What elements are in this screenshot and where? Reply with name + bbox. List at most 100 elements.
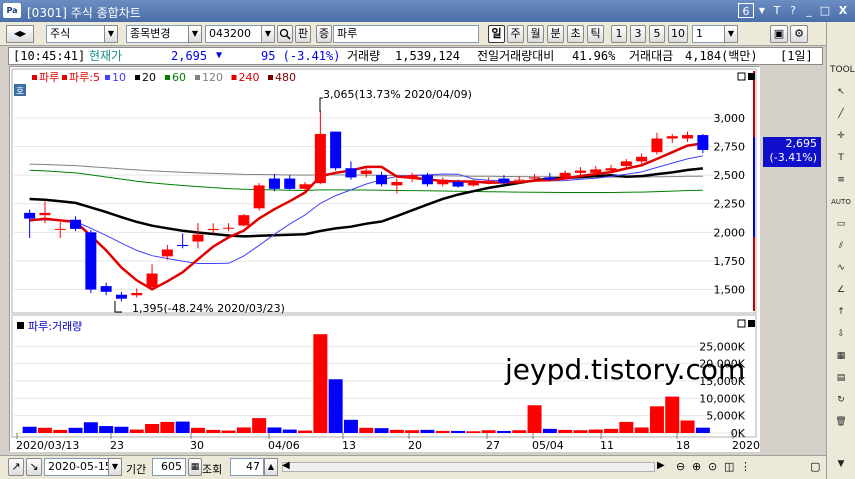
volume-bar — [359, 427, 374, 433]
auto-icon[interactable]: AUTO — [830, 192, 852, 212]
price-tick-label: 2,000 — [714, 226, 746, 239]
period-month[interactable]: 월 — [527, 25, 544, 43]
channel-icon[interactable]: ⫽ — [830, 236, 852, 256]
volume-bar — [604, 428, 619, 433]
window-title: [0301] 주식 종합차트 — [27, 6, 141, 20]
interval-3[interactable]: 3 — [630, 25, 646, 43]
query-input[interactable]: 47 — [230, 458, 264, 476]
prev-next-icon[interactable]: ◀▶ — [6, 25, 34, 43]
candle-body — [100, 286, 112, 292]
stock-change-dropdown-icon[interactable]: ▼ — [188, 25, 202, 43]
save-icon[interactable]: ▣ — [770, 25, 788, 43]
dropdown-icon[interactable]: ▼ — [756, 3, 768, 18]
chart-svg[interactable]: 호 파루 파루:5 10 20 60 120 240 480 3,000 2,750 2,500 2… — [10, 67, 795, 452]
trash-icon[interactable]: 🗑 — [830, 412, 852, 432]
period-icon[interactable]: ↘ — [26, 458, 42, 476]
text-icon[interactable]: T — [770, 3, 784, 18]
refresh-icon[interactable]: ↻ — [830, 390, 852, 410]
volume-bar — [435, 430, 450, 433]
candle-body — [574, 170, 586, 173]
cursor-icon[interactable]: ↖ — [830, 82, 852, 102]
price-tick-label: 1,750 — [714, 255, 746, 268]
candle-body — [360, 170, 372, 174]
volume-bar — [236, 427, 251, 433]
candle-body — [131, 292, 143, 296]
price-tick-label: 2,500 — [714, 169, 746, 182]
current-price: 2,695 — [171, 49, 208, 63]
grid-icon[interactable]: ▦ — [830, 346, 852, 366]
legend-label: 480 — [275, 71, 296, 84]
zoom-in-icon[interactable]: ⊕ — [692, 460, 701, 473]
volume-bar — [282, 429, 297, 433]
candle-body — [207, 228, 219, 231]
candle-body — [406, 175, 418, 179]
price-change: 95 (-3.41%) — [261, 49, 341, 63]
date-dropdown-icon[interactable]: ▼ — [108, 458, 122, 476]
stock-name-field: 파루 — [333, 25, 479, 43]
search-icon[interactable] — [277, 25, 293, 43]
period-day[interactable]: 일 — [488, 25, 505, 43]
candle-body — [421, 175, 433, 185]
expand-icon[interactable]: ▢ — [810, 460, 820, 473]
page-indicator[interactable]: 6 — [738, 3, 754, 18]
text-tool-icon[interactable]: T — [830, 148, 852, 168]
x-tick-label: 27 — [486, 439, 500, 452]
close-icon[interactable]: X — [836, 3, 850, 18]
chart-area[interactable]: 호 파루 파루:5 10 20 60 120 240 480 3,000 2,750 2,500 2… — [9, 66, 795, 452]
rect-tool-icon[interactable]: ▭ — [830, 214, 852, 234]
jeung-button[interactable]: 증 — [316, 25, 332, 43]
line-tool-icon[interactable]: ╱ — [830, 104, 852, 124]
market-dropdown-icon[interactable]: ▼ — [104, 25, 118, 43]
down-arrow-icon: ▼ — [216, 50, 223, 61]
wave-icon[interactable]: ∿ — [830, 258, 852, 278]
volume-bar — [573, 430, 588, 433]
angle-icon[interactable]: ∠ — [830, 280, 852, 300]
maximize-icon[interactable]: □ — [818, 3, 832, 18]
interval-10[interactable]: 10 — [668, 25, 688, 43]
layout-icon[interactable]: ▤ — [830, 368, 852, 388]
pan-button[interactable]: 판 — [295, 25, 311, 43]
options-icon[interactable]: ⋮ — [740, 460, 751, 473]
volume-label: 거래량 — [347, 49, 381, 63]
help-icon[interactable]: ? — [786, 3, 800, 18]
download-icon[interactable]: ⇩ — [830, 324, 852, 344]
settings-icon[interactable]: ⚙ — [790, 25, 808, 43]
period-tick[interactable]: 틱 — [587, 25, 604, 43]
volume-bar — [298, 430, 313, 433]
interval-dropdown-icon[interactable]: ▼ — [724, 25, 738, 43]
volume-bar — [99, 426, 114, 433]
volume-bar — [680, 420, 695, 433]
query-icon[interactable]: ▦ — [188, 458, 202, 476]
crosshair-icon[interactable]: ✛ — [830, 126, 852, 146]
candle-body — [452, 181, 464, 187]
period-input[interactable]: 605 — [152, 458, 186, 476]
scroll-down-icon[interactable]: ▼ — [830, 454, 852, 474]
scroll-right-icon[interactable]: ▶ — [657, 460, 665, 471]
interval-1[interactable]: 1 — [611, 25, 627, 43]
tool-icon[interactable]: TOOL — [830, 60, 855, 80]
code-dropdown-icon[interactable]: ▼ — [261, 25, 275, 43]
right-tool-panel: TOOL ↖ ╱ ✛ T ≡ AUTO ▭ ⫽ ∿ ∠ ↑ ⇩ ▦ ▤ ↻ 🗑 … — [826, 22, 855, 479]
minimize-icon[interactable]: _ — [802, 3, 816, 18]
legend-swatch — [268, 75, 273, 80]
candle-body — [697, 135, 709, 150]
legend-label: 20 — [142, 71, 156, 84]
period-minute[interactable]: 분 — [547, 25, 564, 43]
price-marker: 2,695 (-3.41%) — [763, 137, 821, 167]
x-tick-label: 04/06 — [268, 439, 300, 452]
interval-5[interactable]: 5 — [649, 25, 665, 43]
query-spin-icon[interactable]: ▲ — [264, 458, 278, 476]
chart-type-icon[interactable]: ↗ — [8, 458, 24, 476]
layout-toggle-icon[interactable]: ◫ — [724, 460, 734, 473]
scrollbar-track[interactable] — [282, 462, 655, 472]
fib-icon[interactable]: ≡ — [830, 170, 852, 190]
zoom-fit-icon[interactable]: ⊙ — [708, 460, 717, 473]
candle-body — [238, 215, 250, 226]
candle-body — [85, 232, 97, 290]
arrow-up-icon[interactable]: ↑ — [830, 302, 852, 322]
price-panel-close-icon — [748, 73, 755, 80]
period-second[interactable]: 초 — [567, 25, 584, 43]
period-week[interactable]: 주 — [507, 25, 524, 43]
zoom-out-icon[interactable]: ⊖ — [676, 460, 685, 473]
scroll-left-icon[interactable]: ◀ — [282, 460, 290, 471]
